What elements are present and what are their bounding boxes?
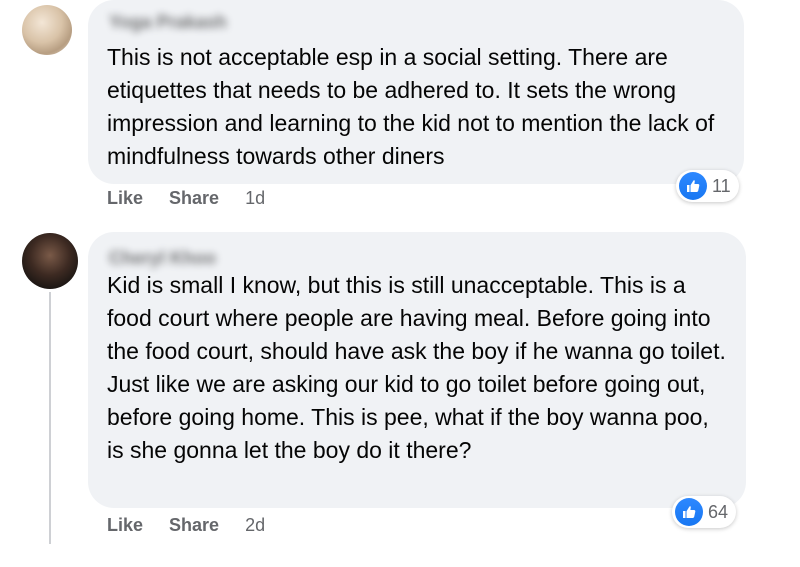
share-button[interactable]: Share	[169, 515, 219, 536]
thumbs-up-icon	[679, 172, 707, 200]
share-button[interactable]: Share	[169, 188, 219, 209]
comment-timestamp[interactable]: 1d	[245, 188, 265, 209]
reaction-summary[interactable]: 64	[672, 496, 737, 528]
avatar[interactable]	[22, 5, 72, 55]
avatar[interactable]	[22, 233, 78, 289]
comment-text: This is not acceptable esp in a social s…	[107, 44, 715, 169]
reaction-count: 64	[708, 501, 729, 522]
comment-actions: Like Share 2d	[107, 515, 265, 536]
comment-text: Kid is small I know, but this is still u…	[107, 272, 726, 463]
reaction-summary[interactable]: 11	[676, 170, 739, 202]
comment-thread: Yoga Prakash This is not acceptable esp …	[0, 0, 800, 567]
comment-author[interactable]: Cheryl Khoo	[109, 248, 216, 269]
thread-line	[49, 292, 51, 544]
comment-timestamp[interactable]: 2d	[245, 515, 265, 536]
like-button[interactable]: Like	[107, 188, 143, 209]
reaction-count: 11	[712, 175, 731, 196]
comment-author[interactable]: Yoga Prakash	[109, 12, 227, 33]
comment-bubble: Yoga Prakash This is not acceptable esp …	[88, 0, 744, 184]
comment-actions: Like Share 1d	[107, 188, 265, 209]
comment-bubble: Cheryl Khoo Kid is small I know, but thi…	[88, 232, 746, 508]
thumbs-up-icon	[675, 498, 703, 526]
like-button[interactable]: Like	[107, 515, 143, 536]
